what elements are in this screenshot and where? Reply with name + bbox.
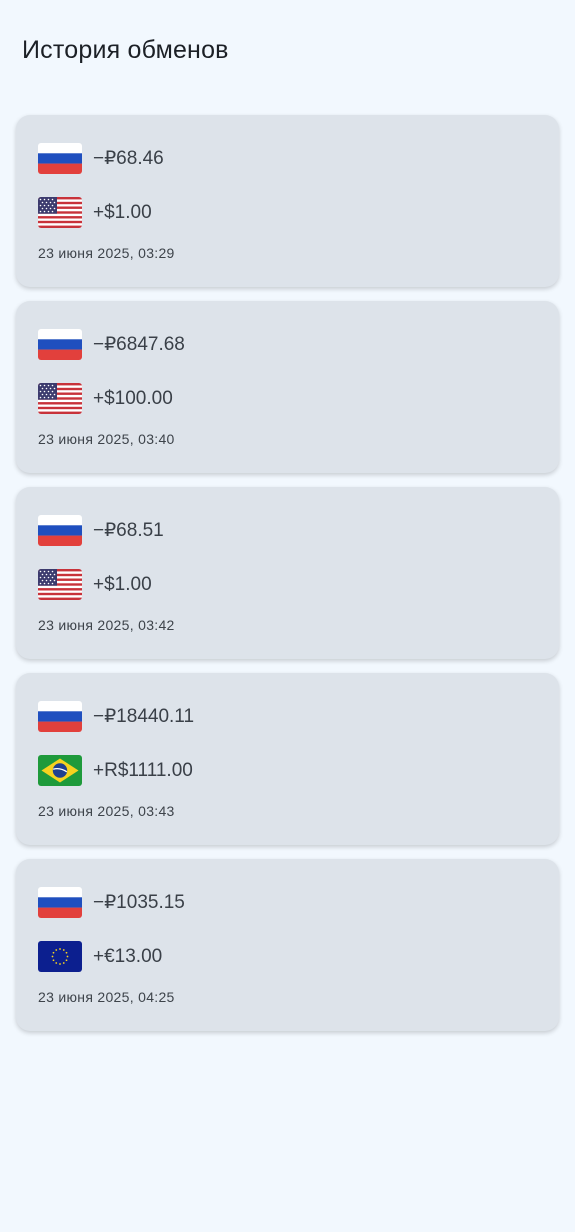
exchange-from-row: −₽68.51 [38,515,164,546]
page-title: История обменов [22,36,229,64]
exchange-from-row: −₽6847.68 [38,329,185,360]
exchange-date: 23 июня 2025, 03:40 [38,431,175,447]
exchange-from-row: −₽18440.11 [38,701,194,732]
exchange-card[interactable]: −₽68.51 +$1.00 23 июня 2025, 03:42 [16,487,559,659]
exchange-card[interactable]: −₽68.46 +$1.00 23 июня 2025, 03:29 [16,115,559,287]
exchange-history-list: −₽68.46 +$1.00 23 июня 2025, 03:29 −₽684… [16,115,559,1045]
exchange-to-row: +$100.00 [38,383,173,414]
br-flag-icon [38,755,82,786]
exchange-date: 23 июня 2025, 03:43 [38,803,175,819]
ru-flag-icon [38,887,82,918]
amount-debited: −₽6847.68 [93,334,185,355]
exchange-date: 23 июня 2025, 03:42 [38,617,175,633]
exchange-to-row: +$1.00 [38,197,152,228]
exchange-to-row: +R$1111.00 [38,755,193,786]
ru-flag-icon [38,515,82,546]
exchange-card[interactable]: −₽18440.11 +R$1111.00 23 июня 2025, 03:4… [16,673,559,845]
us-flag-icon [38,383,82,414]
amount-credited: +R$1111.00 [93,759,193,781]
amount-debited: −₽1035.15 [93,892,185,913]
us-flag-icon [38,569,82,600]
exchange-from-row: −₽68.46 [38,143,164,174]
exchange-card[interactable]: −₽6847.68 +$100.00 23 июня 2025, 03:40 [16,301,559,473]
amount-credited: +$100.00 [93,387,173,409]
exchange-card[interactable]: −₽1035.15 +€13.00 23 июня 2025, 04:25 [16,859,559,1031]
exchange-to-row: +€13.00 [38,941,162,972]
exchange-to-row: +$1.00 [38,569,152,600]
eu-flag-icon [38,941,82,972]
amount-debited: −₽68.51 [93,520,164,541]
exchange-from-row: −₽1035.15 [38,887,185,918]
amount-credited: +$1.00 [93,573,152,595]
ru-flag-icon [38,701,82,732]
exchange-date: 23 июня 2025, 03:29 [38,245,175,261]
us-flag-icon [38,197,82,228]
amount-debited: −₽68.46 [93,148,164,169]
amount-credited: +$1.00 [93,201,152,223]
exchange-date: 23 июня 2025, 04:25 [38,989,175,1005]
ru-flag-icon [38,329,82,360]
amount-debited: −₽18440.11 [93,706,195,727]
amount-credited: +€13.00 [93,945,163,967]
ru-flag-icon [38,143,82,174]
